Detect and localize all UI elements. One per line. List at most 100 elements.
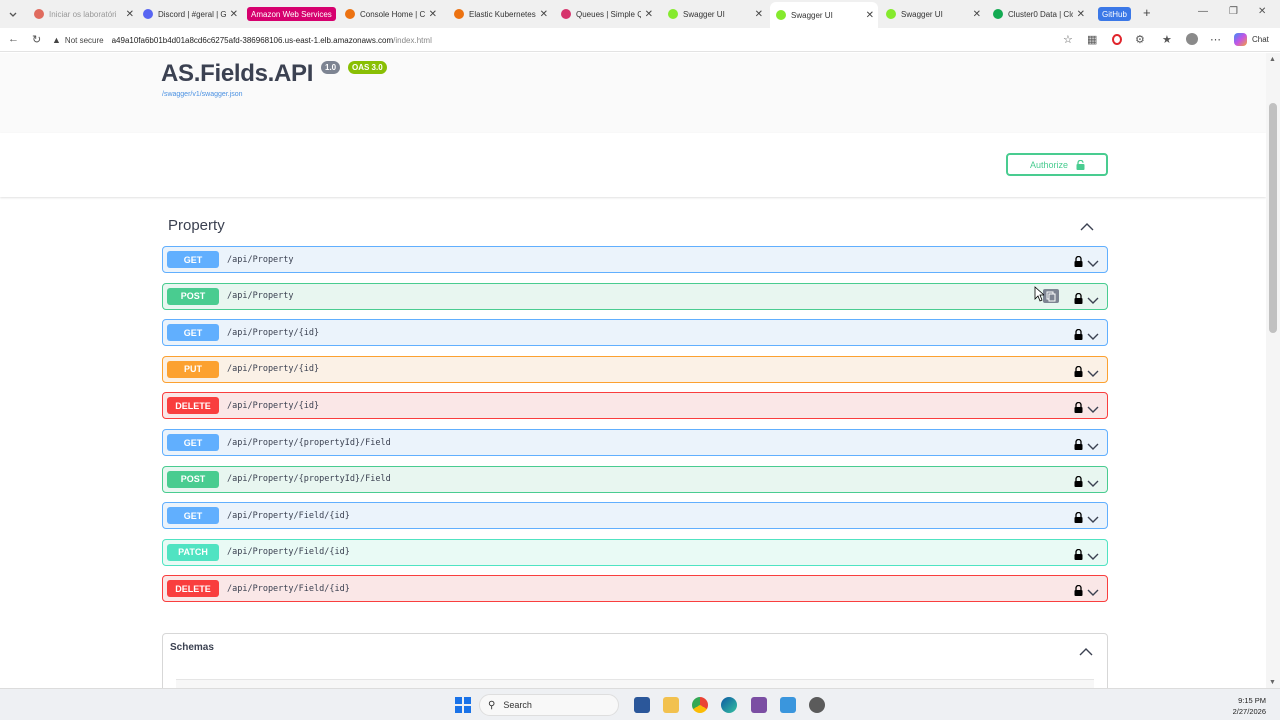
browser-tab[interactable]: Cluster0 Data | Clou ✕ — [987, 4, 1089, 24]
taskbar-search[interactable]: ⚲ Search — [479, 694, 619, 716]
operation-patch-row[interactable]: PATCH/api/Property/Field/{id} — [162, 538, 1108, 566]
visual-studio-icon[interactable] — [751, 697, 767, 713]
operation-post-row[interactable]: POST/api/Property — [162, 282, 1108, 310]
chevron-down-icon[interactable] — [1087, 401, 1099, 419]
profile-avatar[interactable] — [1186, 33, 1198, 45]
method-badge: PUT — [167, 360, 219, 378]
lock-icon[interactable] — [1074, 510, 1083, 524]
chevron-down-icon[interactable] — [1087, 365, 1099, 383]
start-icon[interactable] — [455, 697, 471, 713]
operation-path: /api/Property/Field/{id} — [227, 510, 350, 521]
chevron-up-icon[interactable] — [1079, 644, 1093, 662]
app-icon[interactable] — [809, 697, 825, 713]
scroll-down-icon[interactable]: ▼ — [1269, 679, 1276, 686]
tag-section-header[interactable]: Property — [162, 211, 1108, 243]
info-header: AS.Fields.API 1.0 OAS 3.0 /swagger/v1/sw… — [0, 53, 1266, 133]
minimize-icon[interactable]: — — [1198, 6, 1208, 17]
schemas-title[interactable]: Schemas — [170, 642, 214, 653]
browser-tab[interactable]: Iniciar os laboratóri ✕ — [28, 4, 138, 24]
operation-get-row[interactable]: GET/api/Property/{propertyId}/Field — [162, 429, 1108, 456]
operation-get-row[interactable]: GET/api/Property/{id} — [162, 319, 1108, 347]
browser-tab[interactable]: Console Home | Co ✕ — [339, 4, 441, 24]
tab-close-icon[interactable]: ✕ — [429, 9, 437, 20]
restore-icon[interactable]: ❐ — [1229, 6, 1238, 17]
lock-icon[interactable] — [1074, 547, 1083, 560]
reload-icon[interactable]: ↻ — [32, 33, 41, 46]
tab-close-icon[interactable]: ✕ — [230, 9, 238, 20]
favorites-icon[interactable]: ★ — [1162, 33, 1172, 46]
browser-tab[interactable]: Swagger UI ✕ — [662, 4, 767, 24]
lock-icon[interactable] — [1074, 400, 1083, 414]
word-app-icon[interactable] — [634, 697, 650, 713]
favorite-star-icon[interactable]: ☆ — [1063, 33, 1073, 46]
chevron-down-icon[interactable] — [1087, 438, 1099, 456]
scroll-thumb[interactable] — [1269, 103, 1277, 333]
lock-icon[interactable] — [1074, 474, 1083, 487]
close-window-icon[interactable]: ✕ — [1258, 6, 1266, 17]
tab-close-icon[interactable]: ✕ — [755, 9, 763, 20]
tab-close-icon[interactable]: ✕ — [645, 9, 653, 20]
method-badge: DELETE — [167, 580, 219, 598]
copy-to-clipboard-icon[interactable] — [1043, 289, 1059, 303]
operation-post-row[interactable]: POST/api/Property/{propertyId}/Field — [162, 465, 1108, 493]
tab-close-icon[interactable]: ✕ — [866, 10, 874, 21]
chevron-down-icon[interactable] — [1087, 584, 1099, 602]
browser-tab[interactable]: Swagger UI ✕ — [770, 2, 878, 28]
copilot-icon[interactable] — [1234, 33, 1247, 46]
authorize-button[interactable]: Authorize — [1006, 153, 1108, 176]
operation-put-row[interactable]: PUT/api/Property/{id} — [162, 355, 1108, 383]
lock-icon[interactable] — [1074, 364, 1083, 377]
operation-get-row[interactable]: GET/api/Property/Field/{id} — [162, 502, 1108, 530]
lock-icon[interactable] — [1074, 583, 1083, 597]
chevron-down-icon[interactable] — [1087, 292, 1099, 310]
back-icon[interactable]: ← — [8, 33, 19, 45]
tab-close-icon[interactable]: ✕ — [973, 9, 981, 20]
authorize-label: Authorize — [1029, 159, 1069, 170]
more-menu-icon[interactable]: ⋯ — [1210, 33, 1221, 46]
tab-search-icon[interactable] — [6, 7, 20, 21]
tab-close-icon[interactable]: ✕ — [126, 9, 134, 20]
address-bar[interactable]: ▲ Not secure a49a10fa6b01b4d01a8cd6c6275… — [52, 31, 1082, 49]
operation-get-row[interactable]: GET/api/Property — [162, 246, 1108, 273]
chevron-down-icon[interactable] — [1087, 328, 1099, 346]
tab-close-icon[interactable]: ✕ — [540, 9, 548, 20]
scroll-up-icon[interactable]: ▲ — [1269, 56, 1276, 63]
chat-label[interactable]: Chat — [1252, 35, 1269, 44]
edge-icon[interactable] — [721, 697, 737, 713]
windows-taskbar: ⚲ Search 9:15 PM 2/27/2026 — [0, 688, 1280, 720]
operation-delete-row[interactable]: DELETE/api/Property/{id} — [162, 392, 1108, 420]
opera-extension-icon[interactable] — [1112, 34, 1122, 45]
operation-delete-row[interactable]: DELETE/api/Property/Field/{id} — [162, 575, 1108, 603]
browser-tab[interactable]: Swagger UI ✕ — [880, 4, 985, 24]
tab-group-aws[interactable]: Amazon Web Services — [247, 7, 336, 21]
method-badge: GET — [167, 434, 219, 451]
chrome-icon[interactable] — [692, 697, 708, 713]
tab-group-github[interactable]: GitHub — [1098, 7, 1131, 21]
browser-tab[interactable]: Elastic Kubernetes S ✕ — [448, 4, 552, 24]
operation-path: /api/Property/{id} — [227, 364, 320, 375]
method-badge: POST — [167, 470, 219, 488]
chevron-down-icon[interactable] — [1087, 255, 1099, 273]
chevron-up-icon[interactable] — [1080, 219, 1094, 237]
operation-path: /api/Property/{id} — [227, 327, 320, 338]
chevron-down-icon[interactable] — [1087, 475, 1099, 493]
tab-label: Swagger UI — [901, 9, 943, 19]
lock-icon[interactable] — [1074, 437, 1083, 450]
method-badge: PATCH — [167, 543, 219, 561]
taskbar-clock[interactable]: 9:15 PM 2/27/2026 — [1233, 695, 1266, 717]
file-explorer-icon[interactable] — [663, 697, 679, 713]
browser-tab[interactable]: Queues | Simple Qu ✕ — [555, 4, 657, 24]
lock-icon[interactable] — [1074, 327, 1083, 341]
lock-icon[interactable] — [1074, 254, 1083, 267]
chevron-down-icon[interactable] — [1087, 511, 1099, 529]
lock-icon[interactable] — [1074, 291, 1083, 304]
notepad-icon[interactable] — [780, 697, 796, 713]
puzzle-icon[interactable]: ⚙ — [1135, 33, 1145, 46]
tab-close-icon[interactable]: ✕ — [1077, 9, 1085, 20]
page-scrollbar[interactable]: ▲ ▼ — [1266, 53, 1280, 688]
new-tab-button[interactable]: + — [1143, 5, 1151, 20]
browser-tab[interactable]: Discord | #geral | Gr ✕ — [137, 4, 242, 24]
chevron-down-icon[interactable] — [1087, 548, 1099, 566]
extension-icon[interactable]: ▦ — [1087, 33, 1097, 46]
spec-url-link[interactable]: /swagger/v1/swagger.json — [162, 91, 243, 98]
